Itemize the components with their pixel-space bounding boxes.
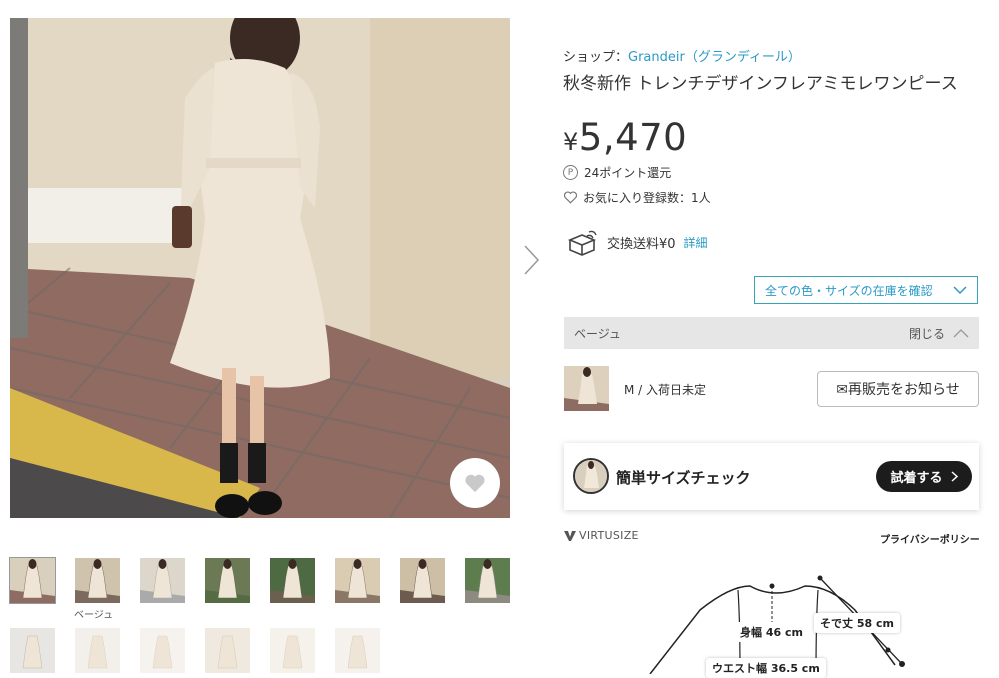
- variant-thumbnail: [564, 366, 609, 411]
- favorites-count: お気に入り登録数：1人: [563, 189, 711, 206]
- shop-link[interactable]: Grandeir（グランディール）: [628, 50, 801, 65]
- size-check-card: 簡単サイズチェック 試着する: [564, 443, 979, 510]
- thumbnail-4[interactable]: [205, 558, 250, 603]
- main-product-image[interactable]: [10, 18, 510, 518]
- close-toggle[interactable]: 閉じる: [909, 317, 969, 349]
- thumbnail-11[interactable]: [140, 628, 185, 673]
- try-on-button[interactable]: 試着する: [876, 461, 972, 492]
- privacy-policy-link[interactable]: プライバシーポリシー: [880, 531, 980, 546]
- shop-line: ショップ：Grandeir（グランディール）: [563, 46, 801, 65]
- product-title: 秋冬新作 トレンチデザインフレアミモレワンピース: [563, 74, 958, 94]
- heart-icon: [465, 474, 485, 493]
- size-check-label: 簡単サイズチェック: [616, 469, 751, 487]
- thumbnail-9[interactable]: [10, 628, 55, 673]
- thumbnail-3[interactable]: [140, 558, 185, 603]
- box-exchange-icon: [567, 230, 597, 256]
- check-stock-button[interactable]: 全ての色・サイズの在庫を確認: [754, 276, 978, 304]
- thumbnail-5[interactable]: [270, 558, 315, 603]
- points-info: P 24ポイント還元: [563, 164, 671, 181]
- measure-body-width: 身幅 46 cm: [734, 622, 809, 642]
- price-currency: ¥: [563, 128, 579, 156]
- thumbnail-12[interactable]: [205, 628, 250, 673]
- thumbnail-caption: ベージュ: [74, 610, 114, 621]
- measure-sleeve: そで丈 58 cm: [814, 613, 900, 633]
- virtusize-mark-icon: [564, 530, 576, 541]
- thumbnail-8[interactable]: [465, 558, 510, 603]
- chevron-up-icon: [953, 329, 969, 338]
- color-accordion-header: ベージュ 閉じる: [564, 317, 979, 349]
- try-on-label: 試着する: [890, 471, 943, 486]
- check-stock-label: 全ての色・サイズの在庫を確認: [765, 283, 933, 298]
- restock-notify-button[interactable]: ✉再販売をお知らせ: [817, 371, 979, 407]
- close-label: 閉じる: [908, 326, 945, 341]
- exchange-text: 交換送料¥0: [607, 236, 676, 252]
- thumbnail-7[interactable]: [400, 558, 445, 603]
- exchange-shipping: 交換送料¥0 詳細: [567, 228, 708, 256]
- size-diagram: 身幅 46 cm そで丈 58 cm ウエスト幅 36.5 cm: [640, 570, 930, 678]
- color-name: ベージュ: [574, 326, 621, 341]
- points-text: 24ポイント還元: [584, 166, 672, 180]
- thumbnail-13[interactable]: [270, 628, 315, 673]
- variant-size-status: M / 入荷日未定: [624, 383, 707, 397]
- thumbnail-1[interactable]: [9, 557, 56, 604]
- price-value: 5,470: [578, 116, 688, 159]
- thumbnail-10[interactable]: [75, 628, 120, 673]
- points-icon: P: [563, 165, 578, 180]
- product-price: ¥5,470: [563, 116, 687, 159]
- exchange-detail-link[interactable]: 詳細: [684, 234, 708, 251]
- chevron-down-icon: [953, 286, 967, 295]
- thumbnail-14[interactable]: [335, 628, 380, 673]
- measure-waist: ウエスト幅 36.5 cm: [706, 658, 826, 678]
- chevron-right-icon: [950, 471, 958, 482]
- size-check-avatar: [573, 458, 609, 494]
- thumbnail-6[interactable]: [335, 558, 380, 603]
- virtusize-brand: VIRTUSIZE: [579, 529, 639, 542]
- next-image-arrow[interactable]: [520, 243, 542, 277]
- chevron-right-icon: [524, 245, 540, 275]
- favorites-text: お気に入り登録数：1人: [583, 191, 711, 205]
- shop-prefix: ショップ：: [563, 50, 629, 65]
- virtusize-logo: VIRTUSIZE: [564, 529, 639, 542]
- heart-outline-icon: [563, 191, 578, 204]
- thumbnail-2[interactable]: [75, 558, 120, 603]
- favorite-button[interactable]: [450, 458, 500, 508]
